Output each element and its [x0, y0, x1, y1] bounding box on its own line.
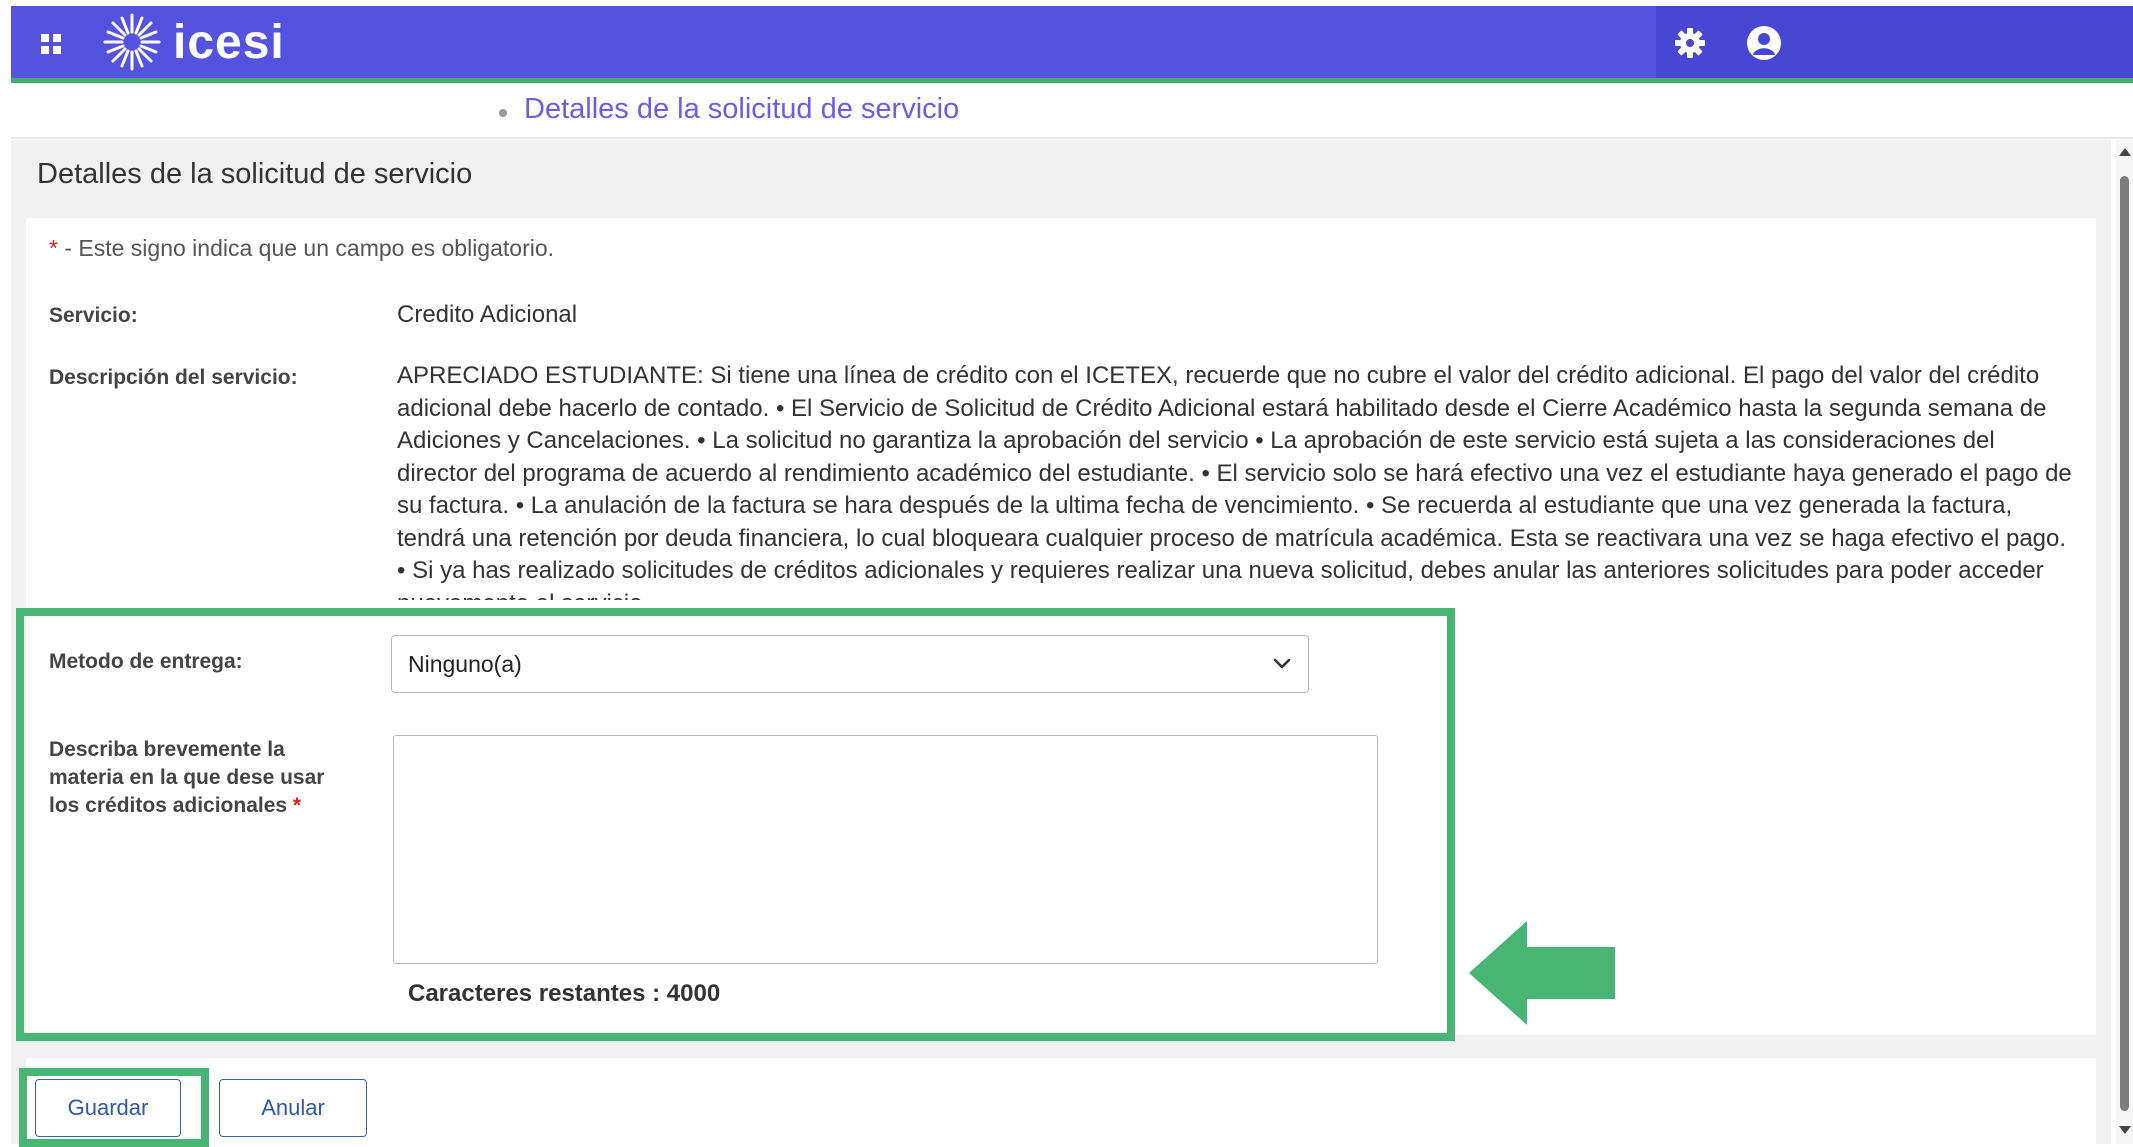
scrollbar[interactable]: [2116, 140, 2133, 1144]
apps-grid-icon[interactable]: [39, 32, 63, 56]
breadcrumb-bullet: [499, 109, 507, 117]
service-description: APRECIADO ESTUDIANTE: Si tiene una línea…: [397, 362, 2072, 600]
description-label: Descripción del servicio:: [49, 366, 298, 389]
required-star: *: [49, 235, 58, 261]
topbar-tools: [1656, 6, 2133, 78]
breadcrumb-current[interactable]: Detalles de la solicitud de servicio: [524, 93, 959, 126]
scrollbar-thumb[interactable]: [2120, 176, 2129, 1111]
sun-logo-icon: [103, 13, 161, 71]
gear-icon[interactable]: [1673, 26, 1707, 60]
service-label: Servicio:: [49, 304, 138, 327]
required-note-text: - Este signo indica que un campo es obli…: [57, 235, 555, 261]
cancel-button[interactable]: Anular: [219, 1079, 367, 1137]
arrow-left-icon: [1469, 921, 1615, 1025]
icesi-logo[interactable]: icesi: [101, 11, 285, 73]
scroll-down-arrow-icon[interactable]: [2119, 1126, 2131, 1134]
breadcrumb: Detalles de la solicitud de servicio: [11, 83, 2133, 139]
content-area: Detalles de la solicitud de servicio * -…: [11, 140, 2111, 1147]
highlight-box-save: [19, 1068, 209, 1147]
user-icon[interactable]: [1745, 24, 1783, 62]
page-title: Detalles de la solicitud de servicio: [37, 158, 473, 190]
highlight-box-form: [16, 608, 1455, 1041]
logo-text: icesi: [173, 15, 285, 69]
top-bar: icesi: [11, 6, 2133, 83]
scroll-up-arrow-icon[interactable]: [2119, 148, 2131, 156]
required-note: * - Este signo indica que un campo es ob…: [49, 235, 554, 262]
service-value: Credito Adicional: [397, 301, 578, 328]
